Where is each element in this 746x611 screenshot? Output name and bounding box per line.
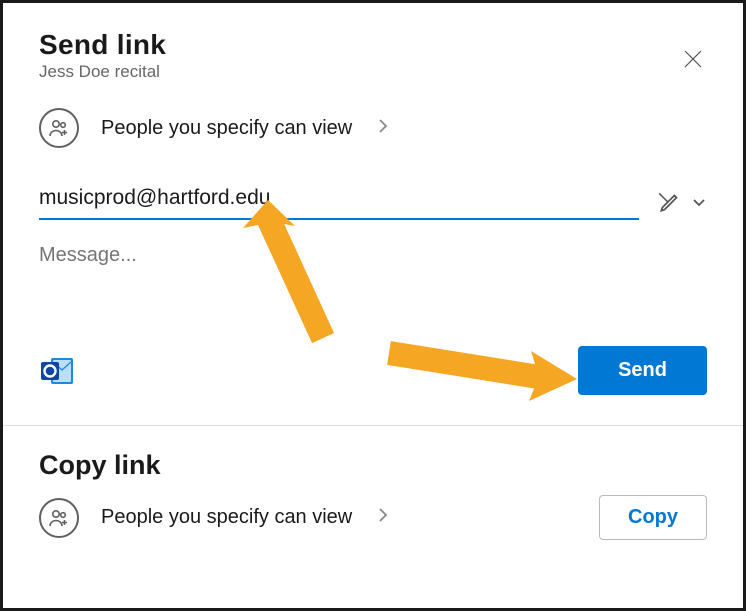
copy-link-section: Copy link People you specify can view	[39, 426, 707, 540]
send-footer: Send	[39, 346, 707, 395]
share-dialog: Send link Jess Doe recital People you sp…	[0, 0, 746, 611]
recipient-row	[39, 184, 707, 220]
chevron-down-icon	[691, 194, 707, 210]
copy-permission-label: People you specify can view	[101, 506, 352, 529]
pencil-icon	[657, 189, 683, 215]
close-icon	[683, 49, 703, 69]
send-button[interactable]: Send	[578, 346, 707, 395]
recipient-input[interactable]	[39, 184, 639, 220]
edit-permissions-dropdown[interactable]	[657, 189, 707, 215]
copy-button[interactable]: Copy	[599, 495, 707, 540]
chevron-right-icon	[378, 118, 388, 139]
permission-label: People you specify can view	[101, 117, 352, 140]
dialog-subtitle: Jess Doe recital	[39, 62, 707, 82]
message-input[interactable]	[39, 244, 707, 267]
copy-permission-row: People you specify can view Copy	[39, 495, 707, 540]
people-icon	[39, 108, 79, 148]
copy-link-title: Copy link	[39, 450, 707, 481]
people-icon	[39, 498, 79, 538]
dialog-content: Send link Jess Doe recital People you sp…	[3, 3, 743, 608]
copy-permission-selector[interactable]: People you specify can view	[39, 498, 388, 538]
outlook-icon	[39, 352, 77, 390]
close-button[interactable]	[677, 43, 709, 75]
permission-selector[interactable]: People you specify can view	[39, 108, 707, 148]
dialog-title: Send link	[39, 29, 707, 61]
chevron-right-icon	[378, 507, 388, 528]
message-box	[39, 244, 707, 272]
